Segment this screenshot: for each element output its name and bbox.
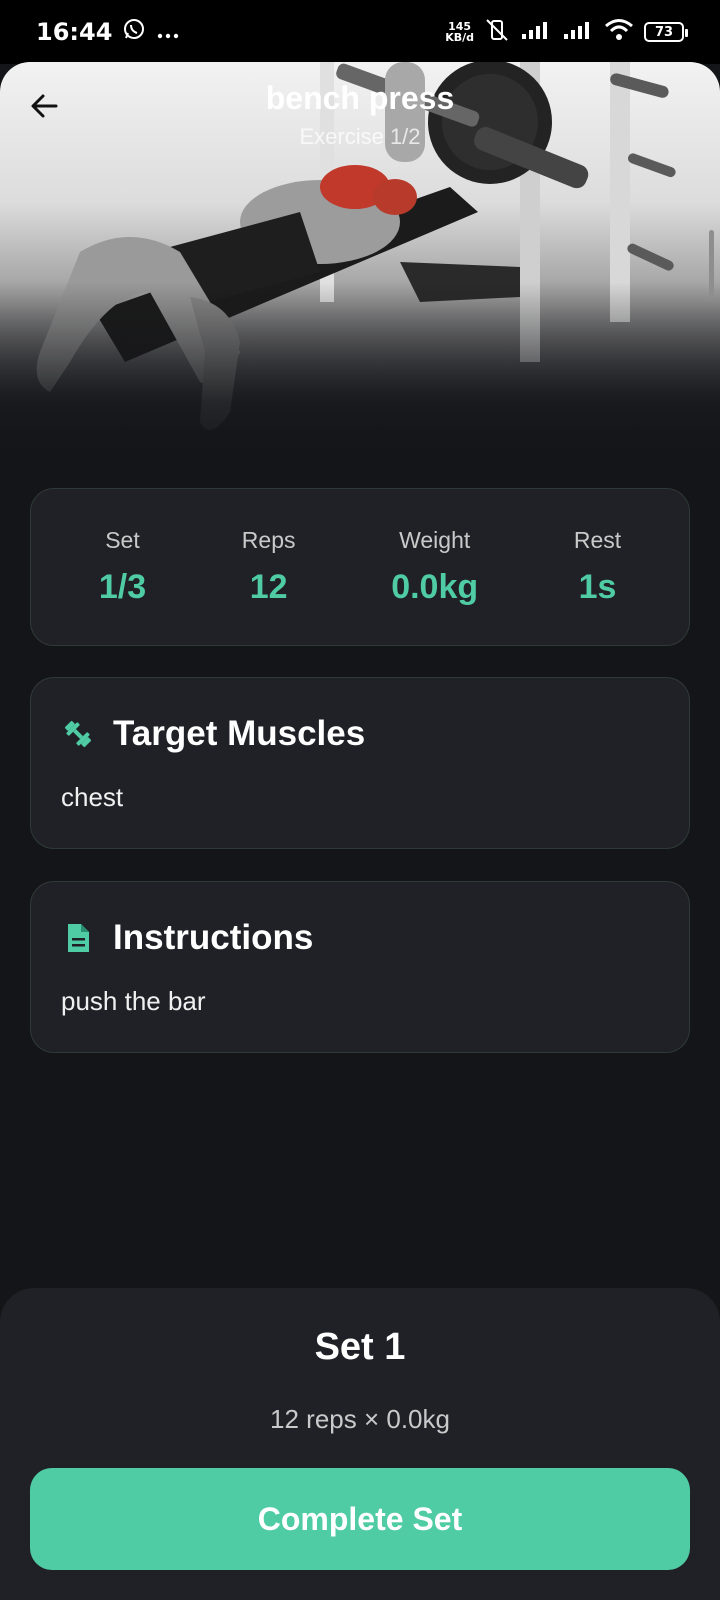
current-set-detail: 12 reps × 0.0kg — [270, 1404, 450, 1434]
exercise-title: bench press — [265, 80, 455, 116]
exercise-hero: bench press Exercise 1/2 — [0, 62, 720, 462]
status-bar: 16:44 145 KB/d 73 — [0, 0, 720, 64]
net-speed: 145 KB/d — [445, 20, 474, 44]
scrollbar[interactable] — [709, 230, 714, 300]
stat-set: Set 1/3 — [98, 527, 147, 606]
set-stats-card: Set 1/3 Reps 12 Weight 0.0kg Rest 1s — [30, 488, 690, 646]
stat-rest: Rest 1s — [573, 527, 622, 606]
signal-icon — [520, 19, 552, 45]
current-set-title: Set 1 — [314, 1326, 406, 1368]
document-icon — [68, 924, 89, 952]
instructions-card: Instructions push the bar — [30, 881, 690, 1053]
battery-icon: 73 — [644, 22, 688, 42]
signal-icon-2 — [562, 19, 594, 45]
instructions-title: Instructions — [113, 918, 314, 957]
vibrate-off-icon — [484, 17, 510, 47]
wifi-icon — [604, 18, 634, 46]
target-muscles-title: Target Muscles — [113, 714, 366, 753]
stat-reps: Reps 12 — [241, 527, 296, 606]
complete-set-button[interactable]: Complete Set — [30, 1468, 690, 1570]
exercise-progress: Exercise 1/2 — [299, 124, 421, 149]
status-time: 16:44 — [36, 18, 113, 46]
target-muscles-card: Target Muscles chest — [30, 677, 690, 849]
whatsapp-icon — [122, 17, 146, 47]
target-muscles-value: chest — [61, 782, 124, 812]
instructions-text: push the bar — [61, 986, 206, 1016]
more-notifications-icon — [156, 18, 180, 46]
stat-weight: Weight 0.0kg — [391, 527, 479, 606]
current-set-sheet: Set 1 12 reps × 0.0kg Complete Set — [0, 1288, 720, 1600]
dumbbell-icon — [64, 720, 92, 748]
